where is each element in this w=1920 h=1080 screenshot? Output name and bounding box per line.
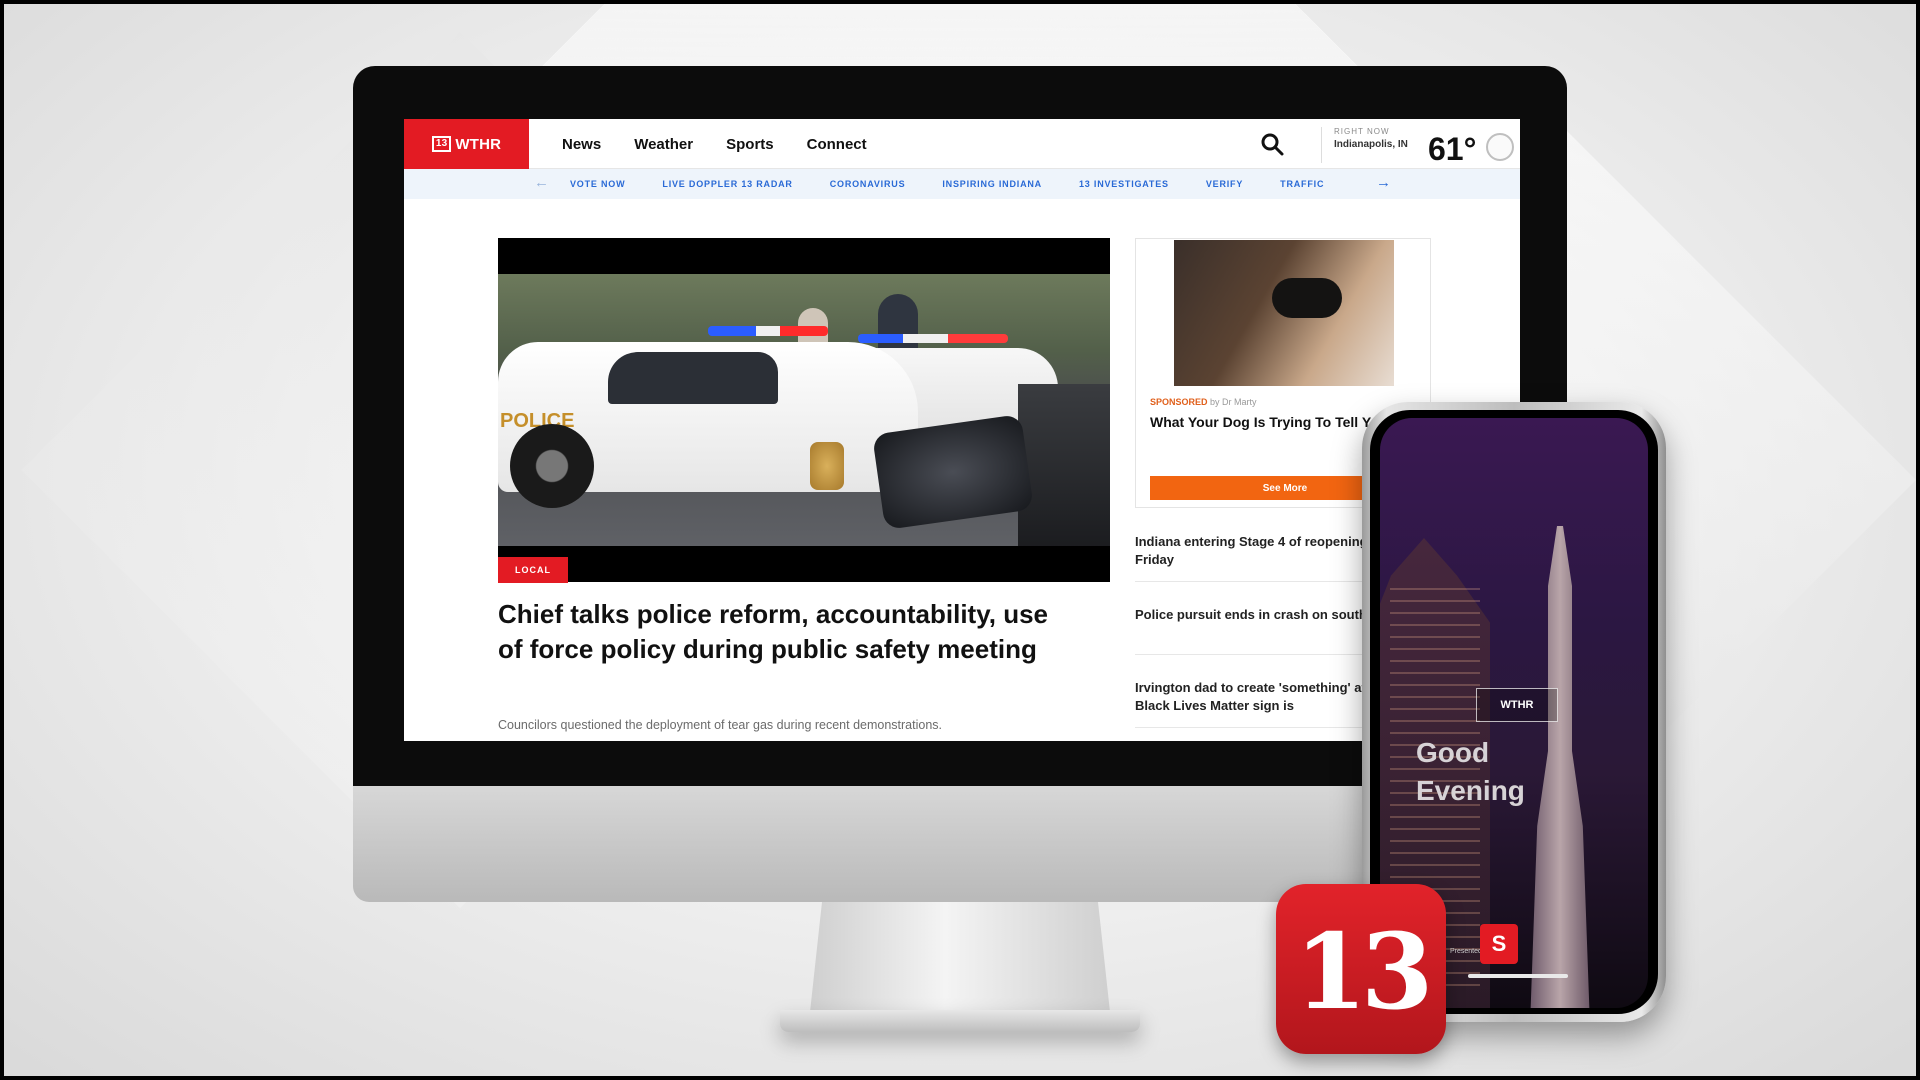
dog-paw	[1272, 278, 1342, 318]
arrow-right-icon[interactable]: →	[1376, 174, 1391, 191]
police-badge-icon	[810, 442, 844, 490]
website-screen: 13 WTHR News Weather Sports Connect RIGH…	[404, 119, 1520, 741]
hero-video[interactable]: POLICE	[498, 238, 1110, 582]
video-frame: POLICE	[498, 274, 1110, 546]
ad-sponsor-line: SPONSORED by Dr Marty	[1150, 397, 1257, 407]
monitor-stand-foot	[780, 1010, 1140, 1032]
site-logo[interactable]: 13 WTHR	[404, 119, 529, 169]
subnav-links: VOTE NOW LIVE DOPPLER 13 RADAR CORONAVIR…	[570, 179, 1324, 189]
category-tag[interactable]: LOCAL	[498, 557, 568, 583]
wheel	[510, 424, 594, 508]
arrow-left-icon[interactable]: ←	[534, 174, 549, 191]
logo-box: 13	[431, 136, 452, 152]
ad-sponsor-name: by Dr Marty	[1210, 397, 1257, 407]
weather-location: Indianapolis, IN	[1334, 139, 1408, 150]
car-window	[608, 352, 778, 404]
subnav-13-investigates[interactable]: 13 INVESTIGATES	[1079, 179, 1169, 189]
nav-item-weather[interactable]: Weather	[634, 136, 693, 153]
weather-temp: 61°	[1428, 131, 1477, 167]
subnav-inspiring-indiana[interactable]: INSPIRING INDIANA	[942, 179, 1042, 189]
sub-nav: ← VOTE NOW LIVE DOPPLER 13 RADAR CORONAV…	[404, 169, 1520, 199]
home-indicator[interactable]	[1468, 974, 1568, 978]
sponsor-logo: S	[1480, 924, 1518, 964]
ad-image[interactable]	[1174, 240, 1394, 386]
greeting-line-1: Good	[1416, 737, 1490, 768]
subnav-verify[interactable]: VERIFY	[1206, 179, 1243, 189]
main-nav: News Weather Sports Connect	[562, 136, 867, 153]
subnav-traffic[interactable]: TRAFFIC	[1280, 179, 1324, 189]
greeting-text: Good Evening	[1416, 734, 1525, 810]
side-mirror	[872, 414, 1034, 530]
monument	[1530, 526, 1590, 1008]
ad-sponsored-label: SPONSORED	[1150, 397, 1208, 407]
app-icon-13: 13	[1276, 884, 1446, 1054]
light-bar	[858, 334, 1008, 343]
app-icon-text: 13	[1294, 909, 1434, 1033]
hero-headline[interactable]: Chief talks police reform, accountabilit…	[498, 597, 1058, 667]
weather-widget[interactable]: RIGHT NOW Indianapolis, IN 61°	[1321, 127, 1514, 167]
subnav-coronavirus[interactable]: CORONAVIRUS	[830, 179, 906, 189]
monitor-stand-neck	[810, 902, 1110, 1012]
nav-item-connect[interactable]: Connect	[807, 136, 867, 153]
foreground-car	[1018, 384, 1110, 546]
app-logo: WTHR	[1476, 688, 1558, 722]
hero-dek: Councilors questioned the deployment of …	[498, 718, 943, 732]
search-icon[interactable]	[1259, 131, 1285, 157]
greeting-line-2: Evening	[1416, 775, 1525, 806]
site-header: 13 WTHR News Weather Sports Connect RIGH…	[404, 119, 1520, 169]
moon-icon	[1486, 133, 1514, 161]
light-bar	[708, 326, 828, 336]
nav-item-sports[interactable]: Sports	[726, 136, 774, 153]
subnav-doppler[interactable]: LIVE DOPPLER 13 RADAR	[662, 179, 792, 189]
nav-item-news[interactable]: News	[562, 136, 601, 153]
subnav-vote-now[interactable]: VOTE NOW	[570, 179, 625, 189]
weather-label: RIGHT NOW	[1334, 127, 1390, 136]
logo-text: WTHR	[455, 135, 502, 153]
